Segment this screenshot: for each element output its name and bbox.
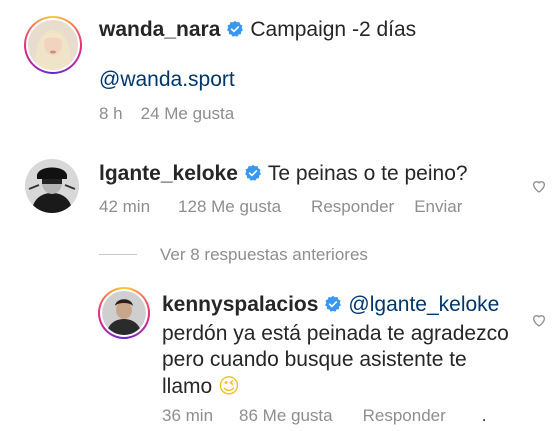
like-heart-icon[interactable]: [531, 312, 547, 328]
comment-text-line3: llamo: [162, 375, 213, 398]
comment-time: 36 min: [162, 406, 214, 425]
avatar-kenny[interactable]: [102, 291, 146, 335]
reply-button[interactable]: Responder: [311, 197, 394, 216]
story-ring[interactable]: [98, 287, 150, 339]
avatar-lgante[interactable]: [25, 159, 79, 213]
mention-link[interactable]: @lgante_keloke: [348, 293, 499, 316]
username[interactable]: wanda_nara: [99, 18, 220, 41]
likes-count[interactable]: 24 Me gusta: [141, 104, 235, 123]
likes-count[interactable]: 128 Me gusta: [178, 197, 281, 216]
likes-count[interactable]: 86 Me gusta: [239, 406, 333, 425]
comment-text: Campaign -2 días: [250, 18, 417, 41]
comment-text: Te peinas o te peino?: [267, 162, 468, 185]
more-options[interactable]: .: [482, 406, 487, 425]
view-previous-replies[interactable]: Ver 8 respuestas anteriores: [160, 245, 368, 265]
verified-badge-icon: [325, 295, 342, 312]
like-heart-icon[interactable]: [531, 178, 547, 194]
wink-emoji-icon: 😉: [218, 374, 240, 398]
comment-time: 8 h: [99, 104, 123, 123]
comment-time: 42 min: [99, 197, 151, 216]
comment-text-line1: perdón ya está peinada te agradezco: [162, 322, 509, 345]
replies-divider: [99, 254, 137, 255]
avatar-wanda[interactable]: [28, 20, 78, 70]
reply-button[interactable]: Responder: [363, 406, 446, 425]
mention-link[interactable]: @wanda.sport: [99, 67, 235, 93]
send-button[interactable]: Enviar: [414, 197, 462, 216]
username[interactable]: lgante_keloke: [99, 162, 238, 185]
story-ring[interactable]: [24, 16, 82, 74]
verified-badge-icon: [244, 164, 261, 181]
verified-badge-icon: [227, 20, 244, 37]
comment-text-line2: pero cuando busque asistente te: [162, 348, 467, 371]
username[interactable]: kennyspalacios: [162, 293, 318, 316]
